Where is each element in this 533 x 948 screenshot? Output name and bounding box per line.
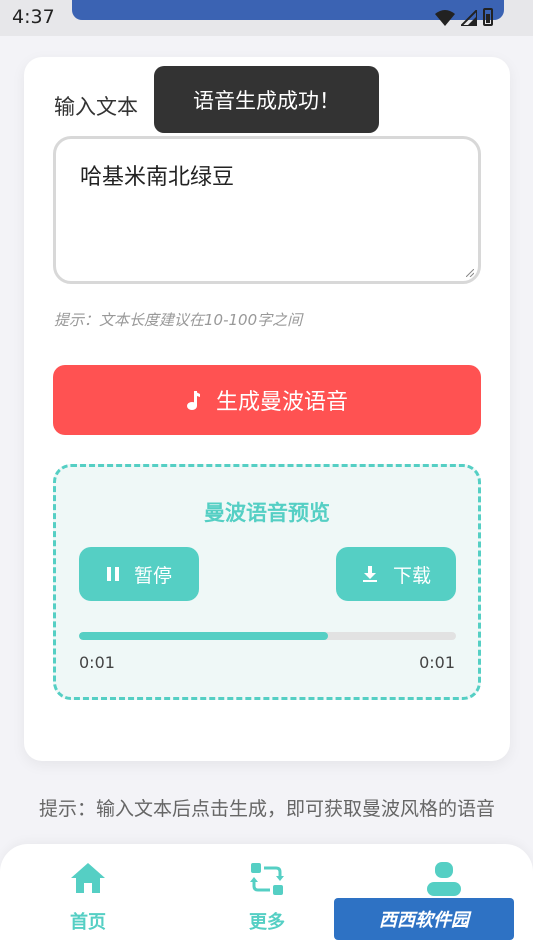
tab-home[interactable]: 首页 <box>33 862 143 934</box>
generate-voice-label: 生成曼波语音 <box>215 390 348 415</box>
text-input-value: 哈基米南北绿豆 <box>80 165 235 190</box>
download-button[interactable]: 下载 <box>336 547 456 601</box>
user-icon <box>427 862 461 896</box>
site-watermark-logo: 西西软件园 <box>334 898 514 940</box>
progress-bar[interactable] <box>79 632 456 640</box>
input-label: 输入文本 <box>54 95 138 119</box>
resize-grip-icon[interactable] <box>466 269 474 277</box>
tab-more[interactable]: 更多 <box>212 862 322 934</box>
total-time: 0:01 <box>419 653 455 672</box>
tab-home-label: 首页 <box>70 912 106 933</box>
refresh-icon <box>250 863 284 895</box>
text-input[interactable]: 哈基米南北绿豆 <box>53 136 481 284</box>
pause-button[interactable]: 暂停 <box>79 547 199 601</box>
bottom-hint: 提示：输入文本后点击生成，即可获取曼波风格的语音 <box>38 798 495 820</box>
music-note-icon <box>186 391 200 410</box>
tab-more-label: 更多 <box>249 912 285 933</box>
signal-icon <box>461 10 477 26</box>
generate-voice-button[interactable]: 生成曼波语音 <box>53 365 481 435</box>
pause-icon <box>106 567 119 581</box>
pause-label: 暂停 <box>133 564 172 587</box>
toast-text: 语音生成成功！ <box>193 88 340 113</box>
download-icon <box>362 566 377 582</box>
toast-message: 语音生成成功！ <box>154 66 379 133</box>
status-bar: 4:37 <box>0 0 533 36</box>
generator-card: 输入文本 哈基米南北绿豆 提示：文本长度建议在10-100字之间 生成曼波语音 … <box>24 57 510 761</box>
preview-title: 曼波语音预览 <box>204 501 330 525</box>
battery-icon <box>483 8 493 26</box>
progress-fill <box>79 632 328 640</box>
home-icon <box>71 863 105 893</box>
voice-preview-panel: 曼波语音预览 暂停 下载 0:01 0:01 <box>53 464 481 700</box>
download-label: 下载 <box>392 564 431 587</box>
current-time: 0:01 <box>79 653 115 672</box>
length-hint: 提示：文本长度建议在10-100字之间 <box>54 311 303 329</box>
status-time: 4:37 <box>12 6 55 28</box>
watermark-text: 西西软件园 <box>379 910 469 931</box>
wifi-icon <box>435 10 455 26</box>
